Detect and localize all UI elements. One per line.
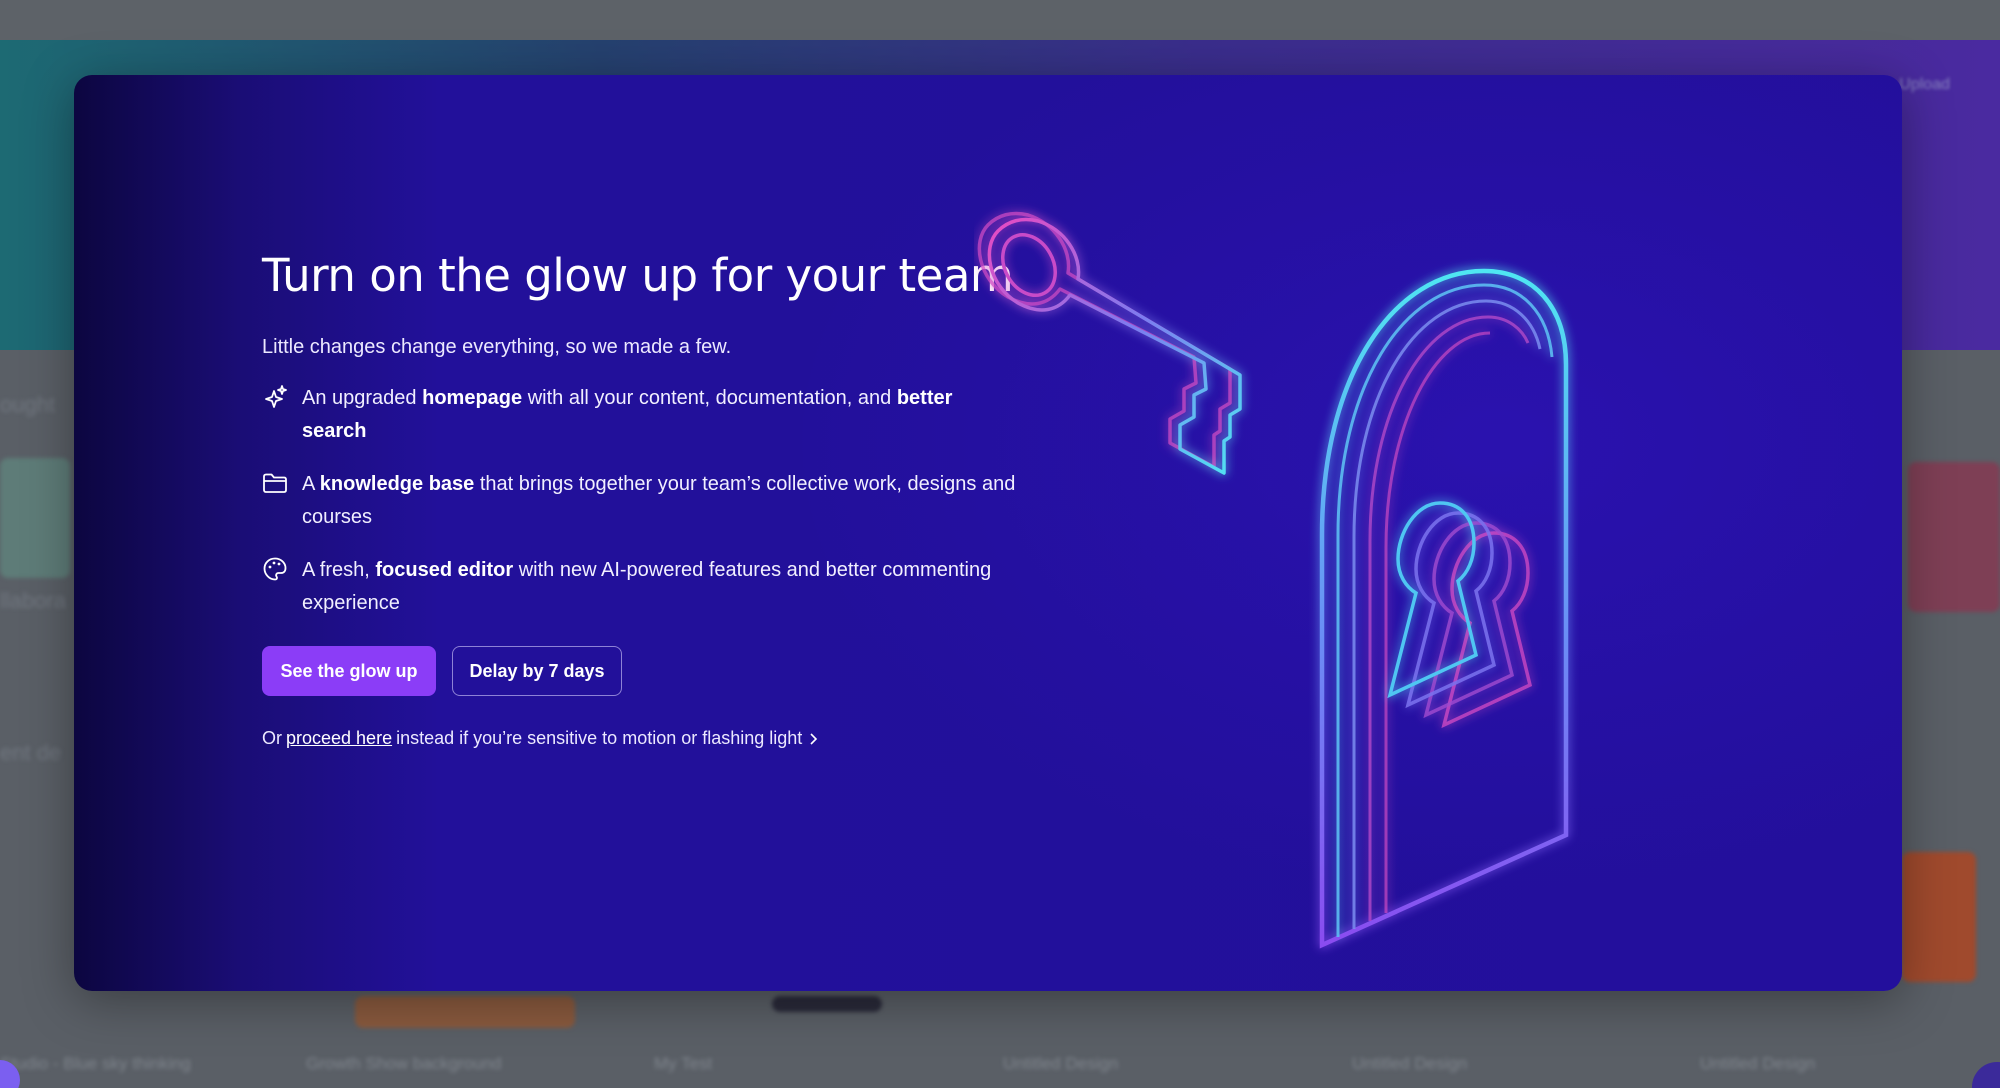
modal-headline: Turn on the glow up for your team xyxy=(262,249,1014,302)
background-thumbnail xyxy=(1902,852,1976,982)
background-caption: Growth Show background xyxy=(306,1054,502,1073)
feature-text: A fresh, focused editor with new AI-powe… xyxy=(302,559,992,614)
background-thumbnail xyxy=(0,458,70,578)
modal-actions: See the glow up Delay by 7 days xyxy=(262,646,1022,696)
background-side-text: ought xyxy=(0,392,56,417)
feature-item-knowledge-base: A knowledge base that brings together yo… xyxy=(262,468,1022,534)
feature-item-editor: A fresh, focused editor with new AI-powe… xyxy=(262,554,1022,620)
keyhole-icon xyxy=(1387,501,1533,729)
footnote-suffix: instead if you’re sensitive to motion or… xyxy=(396,728,803,748)
feature-text: An upgraded homepage with all your conte… xyxy=(302,387,953,442)
background-caption: Untitled Design xyxy=(1352,1054,1468,1073)
background-thumbnail xyxy=(1908,462,2000,612)
background-side-text: ent de xyxy=(0,740,62,765)
sparkle-icon xyxy=(265,385,287,408)
key-icon xyxy=(977,211,1242,475)
background-side-text: llabora xyxy=(0,588,67,613)
palette-icon xyxy=(263,557,287,581)
chevron-right-icon xyxy=(810,732,818,745)
feature-item-homepage: An upgraded homepage with all your conte… xyxy=(262,382,1022,448)
folder-icon xyxy=(263,473,287,493)
delay-by-7-days-button[interactable]: Delay by 7 days xyxy=(452,646,622,696)
background-caption: My Test xyxy=(654,1054,713,1073)
background-thumbnail xyxy=(772,996,882,1012)
motion-sensitivity-note: Or proceed here instead if you’re sensit… xyxy=(262,728,1022,749)
background-upload-label: Upload xyxy=(1899,76,1950,93)
background-caption: Untitled Design xyxy=(1003,1054,1119,1073)
modal-subtitle: Little changes change everything, so we … xyxy=(262,336,732,358)
background-caption: Studio - Blue sky thinking xyxy=(0,1054,191,1073)
key-and-door-illustration xyxy=(977,211,1569,949)
see-the-glow-up-button[interactable]: See the glow up xyxy=(262,646,436,696)
background-thumbnail xyxy=(355,996,575,1028)
modal-content: Turn on the glow up for your team Little… xyxy=(262,253,1022,749)
feature-list: An upgraded homepage with all your conte… xyxy=(262,382,1022,620)
footnote-prefix: Or xyxy=(262,728,282,748)
feature-text: A knowledge base that brings together yo… xyxy=(302,473,1016,528)
glow-up-modal: Turn on the glow up for your team Little… xyxy=(74,75,1902,991)
proceed-here-link[interactable]: proceed here xyxy=(286,728,392,749)
background-topbar xyxy=(0,0,2000,40)
background-caption: Untitled Design xyxy=(1700,1054,1816,1073)
